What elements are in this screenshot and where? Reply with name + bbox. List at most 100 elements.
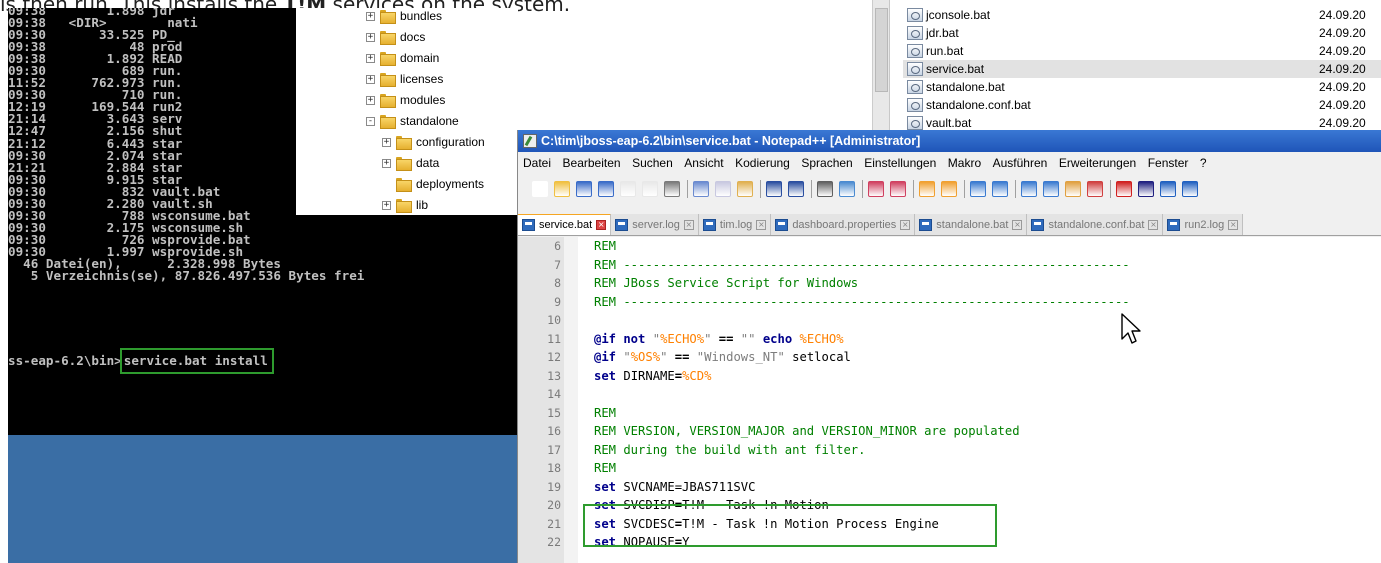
tree-item[interactable]: - standalone: [366, 111, 459, 131]
code-line[interactable]: 8 REM JBoss Service Script for Windows: [518, 274, 1381, 293]
tree-item[interactable]: + docs: [366, 27, 425, 47]
editor-tab[interactable]: server.log ×: [611, 214, 699, 235]
tree-item[interactable]: + domain: [366, 48, 439, 68]
code-line[interactable]: 11 @if not "%ECHO%" == "" echo %ECHO%: [518, 330, 1381, 349]
menu-item[interactable]: Erweiterungen: [1059, 156, 1136, 170]
redo-icon[interactable]: [788, 181, 804, 197]
all-chars-icon[interactable]: [992, 181, 1008, 197]
save-all-icon[interactable]: [598, 181, 614, 197]
file-list-scrollbar[interactable]: [873, 0, 890, 130]
indent-guide-icon[interactable]: [1021, 181, 1037, 197]
code-line[interactable]: 15 REM: [518, 404, 1381, 423]
doc-map-icon[interactable]: [1043, 181, 1059, 197]
zoom-out-icon[interactable]: [890, 181, 906, 197]
file-row[interactable]: standalone.conf.bat 24.09.20: [903, 96, 1381, 114]
menu-item[interactable]: Bearbeiten: [563, 156, 621, 170]
record-macro-icon[interactable]: [1116, 181, 1132, 197]
tab-close-icon[interactable]: ×: [596, 220, 607, 230]
code-line[interactable]: 10: [518, 311, 1381, 330]
run-macro-icon[interactable]: [1182, 181, 1198, 197]
file-row[interactable]: service.bat 24.09.20: [903, 60, 1381, 78]
tree-item[interactable]: + bundles: [366, 8, 442, 26]
expand-icon[interactable]: +: [366, 74, 375, 84]
menu-item[interactable]: ?: [1200, 156, 1207, 170]
expand-icon[interactable]: +: [366, 53, 375, 63]
code-line[interactable]: 12 @if "%OS%" == "Windows_NT" setlocal: [518, 348, 1381, 367]
notepad-window[interactable]: C:\tim\jboss-eap-6.2\bin\service.bat - N…: [517, 130, 1381, 563]
find-icon[interactable]: [817, 181, 833, 197]
code-line[interactable]: 6 REM: [518, 237, 1381, 256]
expand-icon[interactable]: +: [382, 158, 391, 168]
new-file-icon[interactable]: [532, 181, 548, 197]
editor-tab[interactable]: standalone.bat ×: [915, 214, 1028, 235]
close-icon[interactable]: [620, 181, 636, 197]
folder-workspace-icon[interactable]: [1087, 181, 1103, 197]
close-all-icon[interactable]: [642, 181, 658, 197]
tab-close-icon[interactable]: ×: [900, 219, 911, 230]
zoom-in-icon[interactable]: [868, 181, 884, 197]
menu-item[interactable]: Suchen: [632, 156, 673, 170]
tree-item[interactable]: + licenses: [366, 69, 443, 89]
cut-icon[interactable]: [693, 181, 709, 197]
menu-item[interactable]: Einstellungen: [864, 156, 936, 170]
expand-icon[interactable]: +: [366, 11, 375, 21]
open-file-icon[interactable]: [554, 181, 570, 197]
console-prompt-line[interactable]: ss-eap-6.2\bin> service.bat install: [8, 348, 274, 374]
copy-icon[interactable]: [715, 181, 731, 197]
editor-tab[interactable]: dashboard.properties ×: [771, 214, 916, 235]
print-icon[interactable]: [664, 181, 680, 197]
menu-item[interactable]: Makro: [948, 156, 981, 170]
tab-close-icon[interactable]: ×: [756, 219, 767, 230]
file-row[interactable]: standalone.bat 24.09.20: [903, 78, 1381, 96]
tree-item[interactable]: + modules: [366, 90, 445, 110]
save-icon[interactable]: [576, 181, 592, 197]
wrap-icon[interactable]: [970, 181, 986, 197]
code-line[interactable]: 17 REM during the build with ant filter.: [518, 441, 1381, 460]
collapse-icon[interactable]: -: [366, 116, 375, 126]
sync-v-icon[interactable]: [919, 181, 935, 197]
paste-icon[interactable]: [737, 181, 753, 197]
menu-item[interactable]: Ansicht: [684, 156, 723, 170]
file-list[interactable]: jconsole.bat 24.09.20 jdr.bat 24.09.20 run.b…: [872, 0, 1381, 130]
scrollbar-thumb[interactable]: [875, 8, 888, 92]
function-list-icon[interactable]: [1065, 181, 1081, 197]
editor-tab[interactable]: tim.log ×: [698, 214, 772, 235]
expand-icon[interactable]: +: [366, 95, 375, 105]
menu-item[interactable]: Fenster: [1148, 156, 1189, 170]
code-line[interactable]: 13 set DIRNAME=%CD%: [518, 367, 1381, 386]
menu-item[interactable]: Sprachen: [801, 156, 852, 170]
tab-close-icon[interactable]: ×: [683, 219, 694, 230]
tab-close-icon[interactable]: ×: [1012, 219, 1023, 230]
expand-icon[interactable]: +: [382, 137, 391, 147]
expand-icon[interactable]: +: [366, 32, 375, 42]
tree-item[interactable]: + configuration: [382, 132, 485, 152]
tree-item[interactable]: + lib: [382, 195, 428, 215]
code-line[interactable]: 14: [518, 385, 1381, 404]
tree-item[interactable]: + data: [382, 153, 439, 173]
folder-tree[interactable]: + bundles + docs + domain + licenses + modules - st…: [296, 8, 518, 215]
tab-close-icon[interactable]: ×: [1148, 219, 1159, 230]
menu-item[interactable]: Ausführen: [993, 156, 1048, 170]
code-line[interactable]: 16 REM VERSION, VERSION_MAJOR and VERSION…: [518, 422, 1381, 441]
file-row[interactable]: jconsole.bat 24.09.20: [903, 6, 1381, 24]
editor-tab[interactable]: standalone.conf.bat ×: [1027, 214, 1164, 235]
code-line[interactable]: 18 REM: [518, 459, 1381, 478]
stop-macro-icon[interactable]: [1138, 181, 1154, 197]
play-macro-icon[interactable]: [1160, 181, 1176, 197]
expand-icon[interactable]: +: [382, 200, 391, 210]
menu-item[interactable]: Kodierung: [735, 156, 790, 170]
undo-icon[interactable]: [766, 181, 782, 197]
editor-tab[interactable]: run2.log ×: [1163, 214, 1244, 235]
code-line[interactable]: 7 REM -----------------------------------…: [518, 256, 1381, 275]
notepad-title-bar[interactable]: C:\tim\jboss-eap-6.2\bin\service.bat - N…: [518, 130, 1381, 152]
sync-h-icon[interactable]: [941, 181, 957, 197]
file-row[interactable]: jdr.bat 24.09.20: [903, 24, 1381, 42]
tab-close-icon[interactable]: ×: [1228, 219, 1239, 230]
editor-tab[interactable]: service.bat ×: [518, 214, 612, 235]
code-line[interactable]: 19 set SVCNAME=JBAS711SVC: [518, 478, 1381, 497]
tree-item[interactable]: deployments: [382, 174, 484, 194]
file-row[interactable]: vault.bat 24.09.20: [903, 114, 1381, 130]
code-line[interactable]: 9 REM -----------------------------------…: [518, 293, 1381, 312]
menu-item[interactable]: Datei: [523, 156, 551, 170]
replace-icon[interactable]: [839, 181, 855, 197]
